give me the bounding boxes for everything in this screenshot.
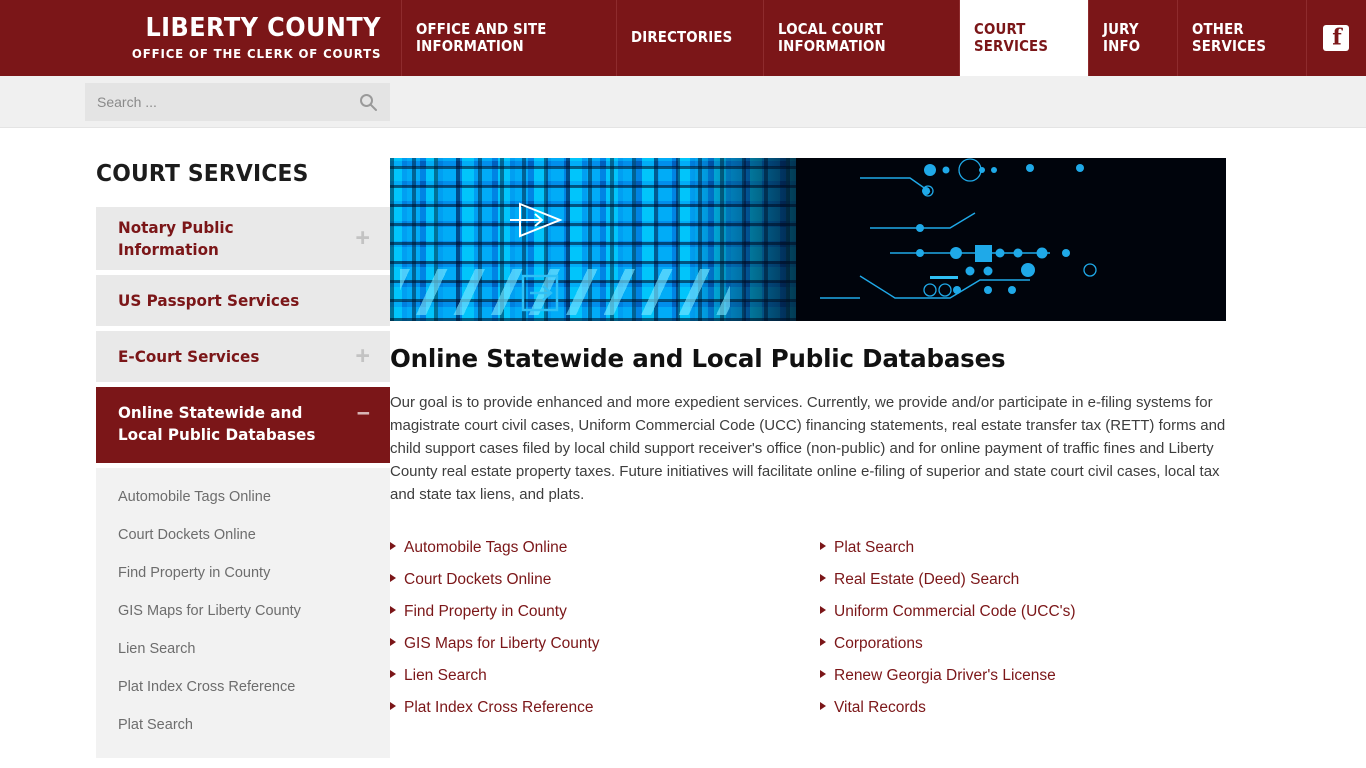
sidebar-submenu: Automobile Tags Online Court Dockets Onl… [96, 468, 390, 759]
submenu-item[interactable]: Court Dockets Online [96, 516, 390, 554]
nav-item-jury-info[interactable]: JURY INFO [1089, 0, 1178, 76]
triangle-bullet-icon [390, 542, 396, 550]
search-bar-row [0, 76, 1366, 128]
nav-item-directories[interactable]: DIRECTORIES [617, 0, 765, 76]
triangle-bullet-icon [820, 670, 826, 678]
nav-label: OFFICE AND SITE INFORMATION [416, 19, 547, 55]
resource-link-label: Automobile Tags Online [404, 539, 568, 556]
resource-links-left: Automobile Tags Online Court Dockets Onl… [390, 532, 820, 724]
triangle-bullet-icon [390, 638, 396, 646]
page-title: Online Statewide and Local Public Databa… [390, 344, 1006, 373]
submenu-item[interactable]: Find Property in County [96, 554, 390, 592]
plus-icon[interactable]: + [355, 344, 370, 369]
sidebar-item-label: Notary Public Information [118, 218, 234, 259]
resource-link-label: Lien Search [404, 667, 487, 684]
resource-link[interactable]: Corporations [820, 628, 1228, 660]
minus-icon[interactable]: − [357, 402, 370, 425]
resource-link-label: Plat Search [834, 539, 915, 556]
triangle-bullet-icon [820, 574, 826, 582]
banner-circuit-overlay [510, 158, 1097, 312]
resource-link[interactable]: Plat Search [820, 532, 1228, 564]
sidebar-item-label: Online Statewide and Local Public Databa… [118, 403, 316, 444]
submenu-item[interactable]: GIS Maps for Liberty County [96, 592, 390, 630]
main-navigation: OFFICE AND SITE INFORMATION DIRECTORIES … [402, 0, 1366, 76]
resource-link-label: GIS Maps for Liberty County [404, 635, 600, 652]
submenu-item[interactable]: Lien Search [96, 630, 390, 668]
triangle-bullet-icon [820, 638, 826, 646]
resource-link-label: Court Dockets Online [404, 571, 552, 588]
nav-item-other-services[interactable]: OTHER SERVICES [1178, 0, 1307, 76]
page-paragraph: Our goal is to provide enhanced and more… [390, 394, 1226, 503]
submenu-item[interactable]: Automobile Tags Online [96, 478, 390, 516]
resource-link[interactable]: GIS Maps for Liberty County [390, 628, 820, 660]
nav-label: LOCAL COURT INFORMATION [778, 19, 887, 55]
submenu-item[interactable]: Plat Search [96, 706, 390, 744]
main-content: Online Statewide and Local Public Databa… [390, 128, 1366, 724]
search-input[interactable] [97, 93, 358, 110]
sidebar-item-e-court-services[interactable]: E-Court Services + [96, 331, 390, 383]
resource-link[interactable]: Automobile Tags Online [390, 532, 820, 564]
triangle-bullet-icon [390, 606, 396, 614]
sidebar-item-online-statewide-and-local-public-databases[interactable]: Online Statewide and Local Public Databa… [96, 387, 390, 464]
search-box[interactable] [85, 82, 390, 121]
sidebar-item-label: US Passport Services [118, 290, 300, 310]
resource-link[interactable]: Uniform Commercial Code (UCC's) [820, 596, 1228, 628]
triangle-bullet-icon [820, 542, 826, 550]
sidebar-menu: Notary Public Information + US Passport … [96, 207, 390, 464]
sidebar-title: COURT SERVICES [96, 161, 309, 187]
sidebar: COURT SERVICES Notary Public Information… [0, 128, 390, 759]
resource-link[interactable]: Find Property in County [390, 596, 820, 628]
plus-icon[interactable]: + [355, 226, 370, 251]
resource-link[interactable]: Renew Georgia Driver's License [820, 660, 1228, 692]
nav-label: COURT SERVICES [974, 19, 1049, 55]
triangle-bullet-icon [820, 702, 826, 710]
resource-link[interactable]: Lien Search [390, 660, 820, 692]
sidebar-item-us-passport-services[interactable]: US Passport Services [96, 275, 390, 327]
site-header: LIBERTY COUNTY OFFICE OF THE CLERK OF CO… [0, 0, 1366, 76]
triangle-bullet-icon [390, 670, 396, 678]
nav-label: JURY INFO [1103, 19, 1141, 55]
resource-link-label: Find Property in County [404, 603, 567, 620]
resource-link[interactable]: Vital Records [820, 692, 1228, 724]
triangle-bullet-icon [390, 702, 396, 710]
nav-label: DIRECTORIES [631, 28, 733, 47]
triangle-bullet-icon [820, 606, 826, 614]
resource-link-label: Uniform Commercial Code (UCC's) [834, 603, 1076, 620]
nav-item-local-court-information[interactable]: LOCAL COURT INFORMATION [764, 0, 961, 76]
page-body: COURT SERVICES Notary Public Information… [0, 128, 1366, 768]
brand-title: LIBERTY COUNTY [145, 13, 381, 44]
resource-link-columns: Automobile Tags Online Court Dockets Onl… [390, 532, 1228, 724]
resource-link-label: Real Estate (Deed) Search [834, 571, 1020, 588]
resource-links-right: Plat Search Real Estate (Deed) Search Un… [820, 532, 1228, 724]
facebook-link[interactable] [1307, 0, 1366, 76]
facebook-icon [1323, 25, 1349, 51]
sidebar-item-notary-public-information[interactable]: Notary Public Information + [96, 207, 390, 271]
resource-link-label: Vital Records [834, 699, 926, 716]
resource-link[interactable]: Court Dockets Online [390, 564, 820, 596]
submenu-item[interactable]: Plat Index Cross Reference [96, 668, 390, 706]
resource-link-label: Renew Georgia Driver's License [834, 667, 1056, 684]
triangle-bullet-icon [390, 574, 396, 582]
site-brand[interactable]: LIBERTY COUNTY OFFICE OF THE CLERK OF CO… [0, 0, 402, 76]
nav-label: OTHER SERVICES [1191, 19, 1266, 55]
resource-link[interactable]: Real Estate (Deed) Search [820, 564, 1228, 596]
resource-link[interactable]: Plat Index Cross Reference [390, 692, 820, 724]
nav-item-court-services[interactable]: COURT SERVICES [960, 0, 1090, 76]
nav-item-office-and-site-information[interactable]: OFFICE AND SITE INFORMATION [402, 0, 618, 76]
brand-subtitle: OFFICE OF THE CLERK OF COURTS [131, 45, 381, 61]
resource-link-label: Corporations [834, 635, 923, 652]
sidebar-item-label: E-Court Services [118, 346, 260, 366]
banner-image [390, 158, 1226, 321]
search-icon[interactable] [358, 92, 378, 112]
resource-link-label: Plat Index Cross Reference [404, 699, 594, 716]
